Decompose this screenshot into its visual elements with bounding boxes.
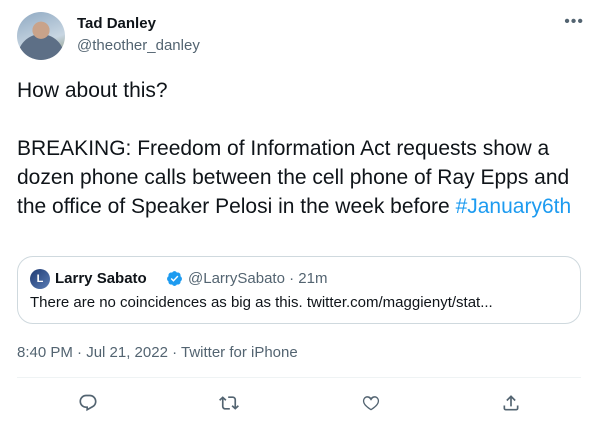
tweet-text: How about this? BREAKING: Freedom of Inf… xyxy=(17,76,587,221)
author-name[interactable]: Tad Danley xyxy=(77,15,156,32)
like-icon xyxy=(362,396,380,411)
hashtag-link[interactable]: #January6th xyxy=(456,195,572,218)
quoted-author-name: Larry Sabato xyxy=(55,270,147,287)
quoted-author-avatar: L xyxy=(30,269,50,289)
verified-badge-icon xyxy=(167,271,182,286)
divider xyxy=(17,377,581,378)
author-handle[interactable]: @theother_danley xyxy=(77,37,200,54)
author-avatar[interactable] xyxy=(17,12,65,60)
tweet-timestamp[interactable]: 8:40 PM · Jul 21, 2022 · Twitter for iPh… xyxy=(17,344,298,361)
share-button[interactable] xyxy=(500,392,522,414)
retweet-icon xyxy=(219,396,239,410)
like-button[interactable] xyxy=(360,392,382,414)
share-icon xyxy=(503,395,519,411)
quoted-tweet[interactable]: L Larry Sabato @LarrySabato · 21m There … xyxy=(17,256,581,324)
quoted-tweet-text: There are no coincidences as big as this… xyxy=(30,294,493,311)
reply-button[interactable] xyxy=(77,392,99,414)
reply-icon xyxy=(79,394,97,412)
more-options-button[interactable]: ••• xyxy=(564,14,584,30)
retweet-button[interactable] xyxy=(218,392,240,414)
quoted-author-meta: @LarrySabato · 21m xyxy=(188,270,328,287)
